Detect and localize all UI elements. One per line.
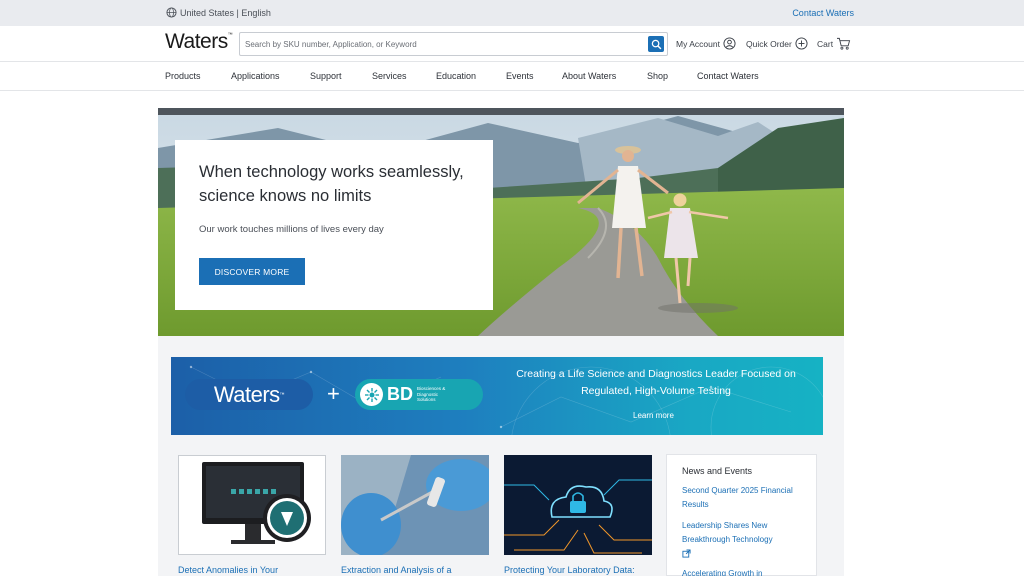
contact-waters-link[interactable]: Contact Waters — [792, 8, 854, 18]
locale-label: United States | English — [180, 7, 271, 18]
learn-more-link[interactable]: Learn more — [633, 411, 674, 420]
news-item-accelerating-growth[interactable]: Accelerating Growth in — [682, 567, 807, 576]
utility-bar: United States | English Contact Waters — [0, 0, 1024, 26]
waters-logo[interactable]: Waters™ — [165, 30, 233, 54]
card-title-anomalies[interactable]: Detect Anomalies in Your — [178, 565, 278, 575]
cart-label: Cart — [817, 38, 834, 49]
search-icon — [651, 39, 661, 49]
news-and-events-panel: News and Events Second Quarter 2025 Fina… — [666, 454, 817, 576]
hero-top-band — [158, 108, 844, 115]
waters-bd-banner[interactable]: Waters ™ + BD Biosciences & Diagnostic So… — [171, 357, 823, 435]
hero-subtitle: Our work touches millions of lives every… — [199, 224, 384, 235]
hero-banner: When technology works seamlessly, scienc… — [158, 108, 844, 336]
card-title-data-security[interactable]: Protecting Your Laboratory Data: — [504, 565, 635, 575]
main-nav: Products Applications Support Services E… — [0, 62, 1024, 91]
hero-title: When technology works seamlessly, scienc… — [199, 163, 464, 205]
card-image-data-security[interactable] — [504, 455, 652, 555]
card-image-anomalies[interactable] — [178, 455, 326, 555]
bd-wordmark: BD — [387, 384, 413, 404]
user-icon — [723, 37, 736, 50]
my-account-label: My Account — [676, 38, 720, 49]
banner-headline: Creating a Life Science and Diagnostics … — [516, 368, 796, 397]
card-image-extraction[interactable] — [341, 455, 489, 555]
bd-subtitle: Biosciences & Diagnostic Solutions — [417, 386, 446, 403]
news-item-leadership-label: Leadership Shares New Breakthrough Techn… — [682, 521, 773, 544]
quick-order-link[interactable]: Quick Order — [746, 37, 808, 50]
quick-order-label: Quick Order — [746, 38, 792, 49]
nav-item-support[interactable]: Support — [310, 71, 342, 81]
nav-item-shop[interactable]: Shop — [647, 71, 668, 81]
lab-gloves-image — [341, 455, 489, 555]
search-input[interactable] — [245, 36, 635, 52]
cart-icon — [837, 37, 851, 50]
nav-item-about-waters[interactable]: About Waters — [562, 71, 616, 81]
card-title-extraction[interactable]: Extraction and Analysis of a — [341, 565, 452, 575]
news-item-financial-results[interactable]: Second Quarter 2025 Financial Results — [682, 484, 807, 512]
monitor-image — [179, 456, 325, 554]
nav-item-services[interactable]: Services — [372, 71, 407, 81]
nav-item-events[interactable]: Events — [506, 71, 534, 81]
globe-icon — [166, 7, 177, 18]
news-item-leadership[interactable]: Leadership Shares New Breakthrough Techn… — [682, 519, 807, 558]
nav-item-applications[interactable]: Applications — [231, 71, 280, 81]
waters-logo-pill: Waters ™ — [185, 379, 313, 410]
search-button[interactable] — [648, 36, 664, 52]
nav-item-education[interactable]: Education — [436, 71, 476, 81]
my-account-link[interactable]: My Account — [676, 37, 736, 50]
plus-circle-icon — [795, 37, 808, 50]
cart-link[interactable]: Cart — [817, 37, 851, 50]
locale-selector[interactable]: United States | English — [166, 7, 271, 18]
hero-card: When technology works seamlessly, scienc… — [175, 140, 493, 310]
nav-item-contact-waters[interactable]: Contact Waters — [697, 71, 759, 81]
bd-logo-pill: BD Biosciences & Diagnostic Solutions — [355, 379, 483, 410]
bd-sun-icon — [360, 383, 383, 406]
discover-more-button[interactable]: DISCOVER MORE — [199, 258, 305, 285]
news-heading: News and Events — [682, 466, 753, 476]
site-header: Waters™ My Account Quick Order Cart — [0, 26, 1024, 62]
external-link-icon — [682, 549, 691, 558]
search-box — [239, 32, 668, 56]
plus-sign: + — [327, 381, 340, 406]
nav-item-products[interactable]: Products — [165, 71, 201, 81]
cloud-circuit-image — [504, 455, 652, 555]
